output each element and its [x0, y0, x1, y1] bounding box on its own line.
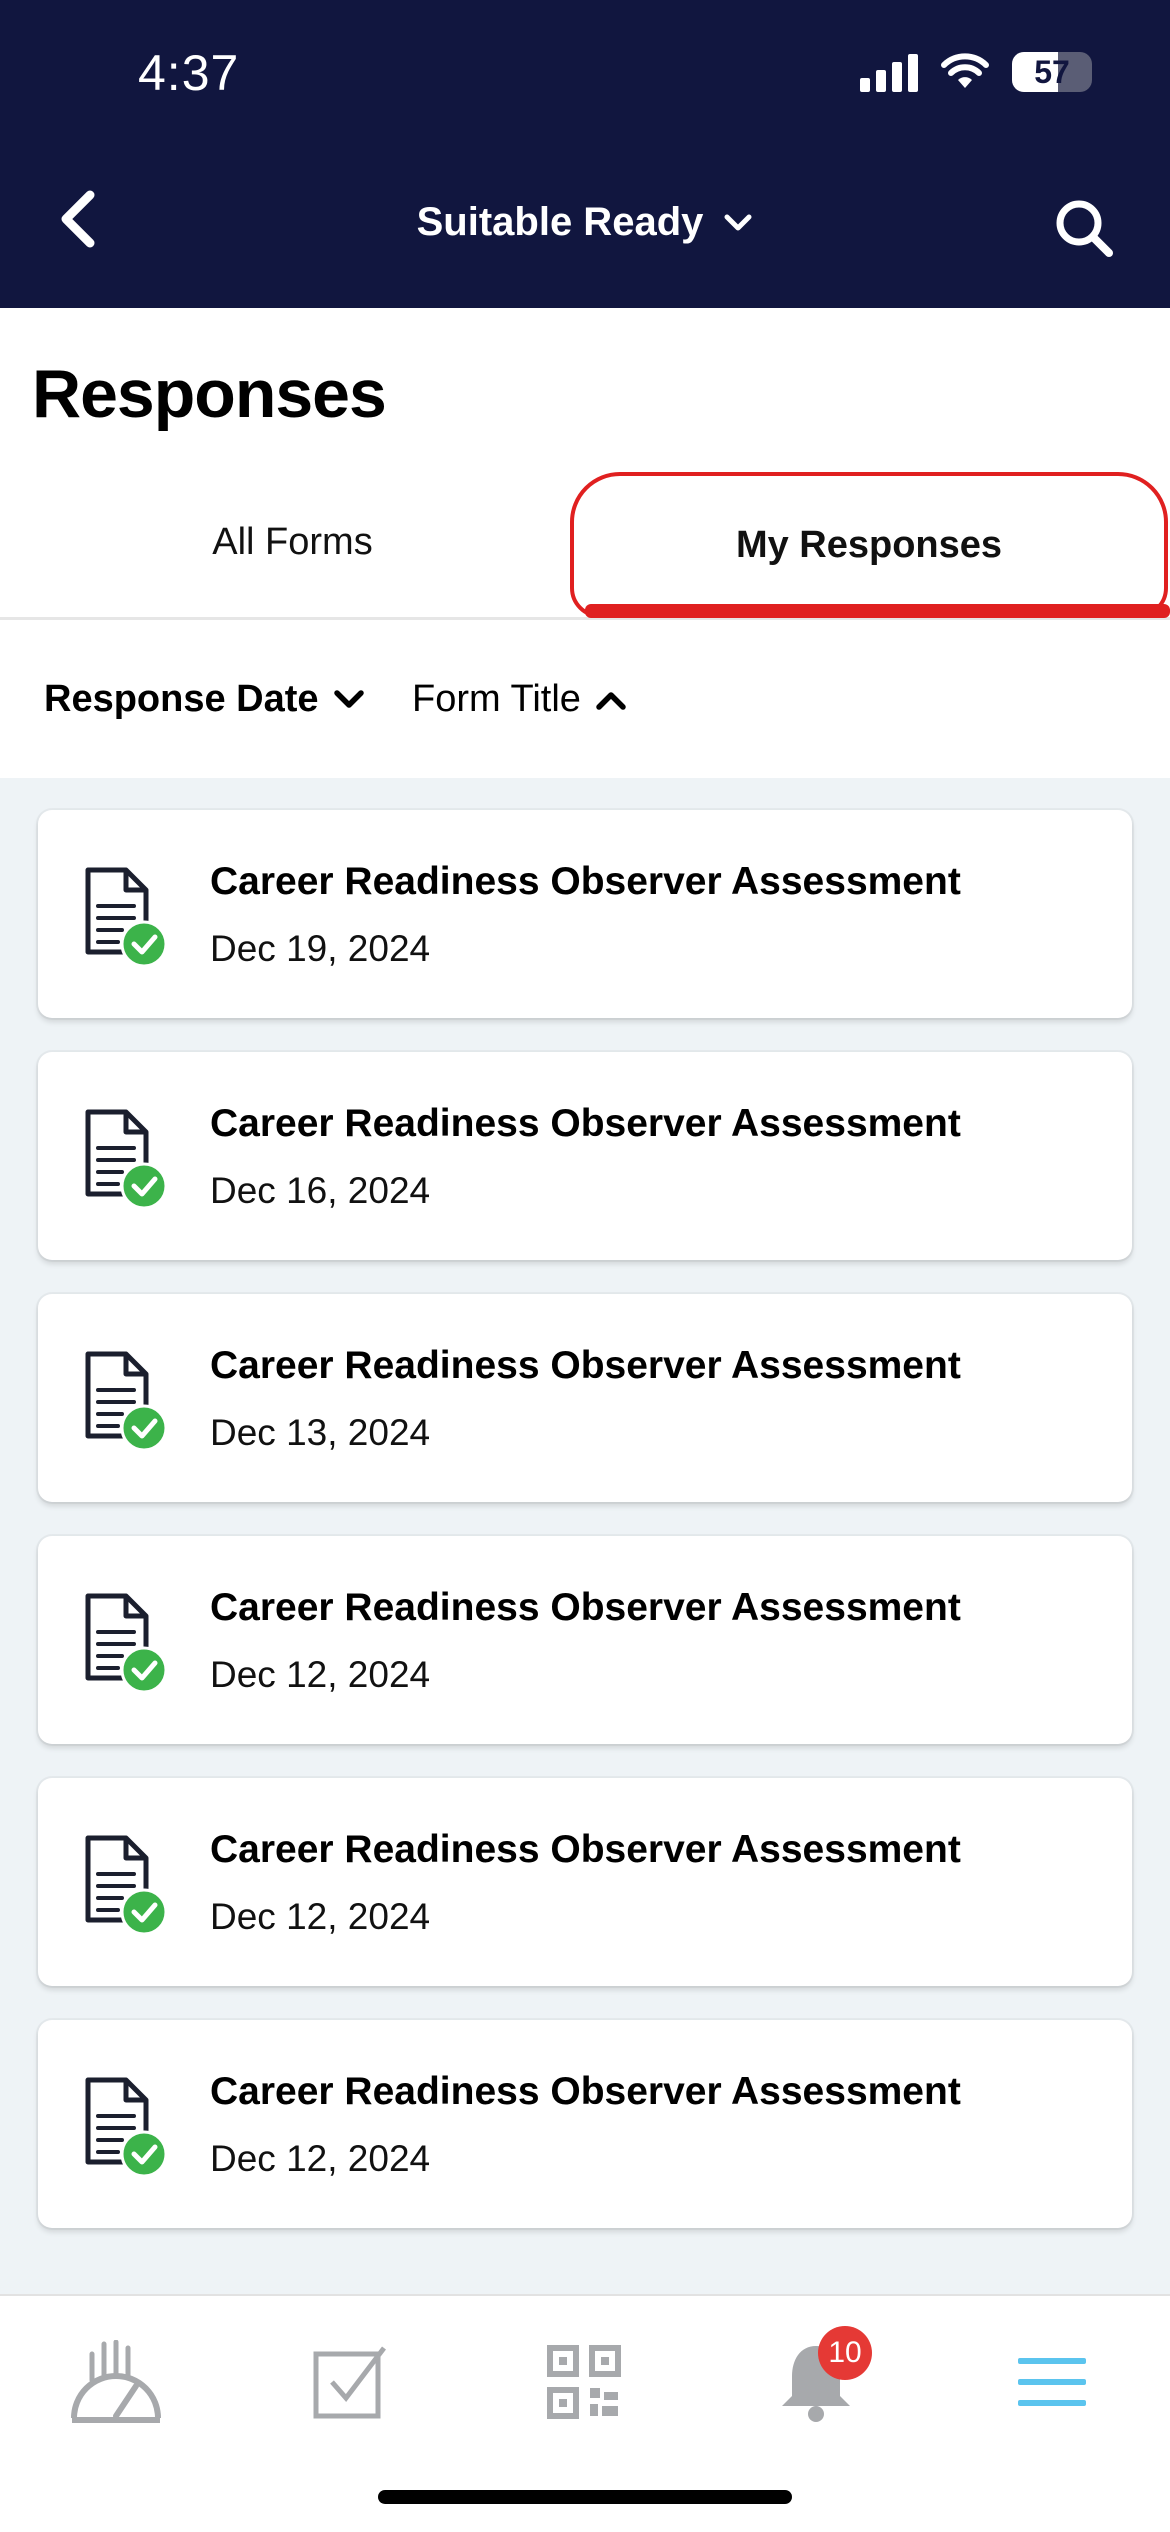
app-header: 4:37 57 Suitable Ready [0, 0, 1170, 308]
document-check-icon [85, 1351, 168, 1452]
workspace-dropdown[interactable]: Suitable Ready [0, 200, 1170, 245]
tab-label: All Forms [212, 520, 373, 563]
chevron-down-icon [333, 689, 364, 708]
document-check-icon [85, 1109, 168, 1210]
response-title: Career Readiness Observer Assessment [210, 860, 961, 903]
status-time: 4:37 [138, 45, 240, 101]
battery-level: 57 [1034, 53, 1070, 90]
nav-tasks[interactable] [290, 2332, 410, 2432]
nav-menu[interactable] [992, 2332, 1112, 2432]
wifi-icon [941, 53, 989, 88]
document-check-icon [85, 1593, 168, 1694]
response-date: Dec 13, 2024 [210, 1412, 431, 1453]
response-title: Career Readiness Observer Assessment [210, 1102, 961, 1145]
response-date: Dec 19, 2024 [210, 928, 431, 969]
response-date: Dec 12, 2024 [210, 1896, 431, 1937]
dashboard-gauge-icon [71, 2340, 161, 2423]
sort-row: Response Date Form Title [0, 630, 1170, 776]
response-title: Career Readiness Observer Assessment [210, 1586, 961, 1629]
tab-my-responses[interactable]: My Responses [570, 472, 1168, 618]
nav-dashboard[interactable] [56, 2332, 176, 2432]
tab-all-forms[interactable]: All Forms [0, 468, 585, 616]
page-title: Responses [32, 356, 387, 432]
document-check-icon [85, 2077, 168, 2178]
sort-response-date-button[interactable]: Response Date [44, 678, 365, 721]
response-card[interactable]: Career Readiness Observer Assessment Dec … [38, 1536, 1132, 1744]
nav-qr-scan[interactable] [524, 2332, 644, 2432]
response-title: Career Readiness Observer Assessment [210, 1828, 961, 1871]
tab-bar: All Forms My Responses [0, 468, 1170, 620]
response-card[interactable]: Career Readiness Observer Assessment Dec … [38, 2020, 1132, 2228]
sort-form-title-button[interactable]: Form Title [412, 678, 627, 721]
search-button[interactable] [1044, 188, 1124, 268]
responses-list: Career Readiness Observer Assessment Dec … [0, 778, 1170, 2294]
sort-label: Form Title [412, 678, 581, 720]
response-title: Career Readiness Observer Assessment [210, 2070, 961, 2113]
response-title: Career Readiness Observer Assessment [210, 1344, 961, 1387]
sort-label: Response Date [44, 678, 319, 720]
response-date: Dec 16, 2024 [210, 1170, 431, 1211]
checkbox-icon [313, 2346, 386, 2419]
response-card[interactable]: Career Readiness Observer Assessment Dec … [38, 1052, 1132, 1260]
home-indicator [378, 2490, 792, 2504]
document-check-icon [85, 867, 168, 968]
workspace-title: Suitable Ready [416, 200, 704, 244]
response-card[interactable]: Career Readiness Observer Assessment Dec … [38, 1778, 1132, 1986]
response-card[interactable]: Career Readiness Observer Assessment Dec … [38, 810, 1132, 1018]
menu-icon [1018, 2358, 1086, 2406]
response-date: Dec 12, 2024 [210, 1654, 431, 1695]
battery-icon: 57 [1012, 52, 1092, 92]
chevron-down-icon [724, 214, 752, 230]
notification-badge: 10 [818, 2326, 872, 2380]
qr-code-icon [547, 2345, 621, 2419]
response-card[interactable]: Career Readiness Observer Assessment Dec … [38, 1294, 1132, 1502]
cellular-signal-icon [860, 52, 918, 92]
search-icon [1056, 200, 1113, 257]
chevron-up-icon [596, 691, 626, 710]
status-icons: 57 [860, 52, 1092, 92]
document-check-icon [85, 1835, 168, 1936]
tab-label: My Responses [735, 523, 1003, 566]
response-date: Dec 12, 2024 [210, 2138, 431, 2179]
nav-notifications[interactable]: 10 [756, 2326, 876, 2432]
